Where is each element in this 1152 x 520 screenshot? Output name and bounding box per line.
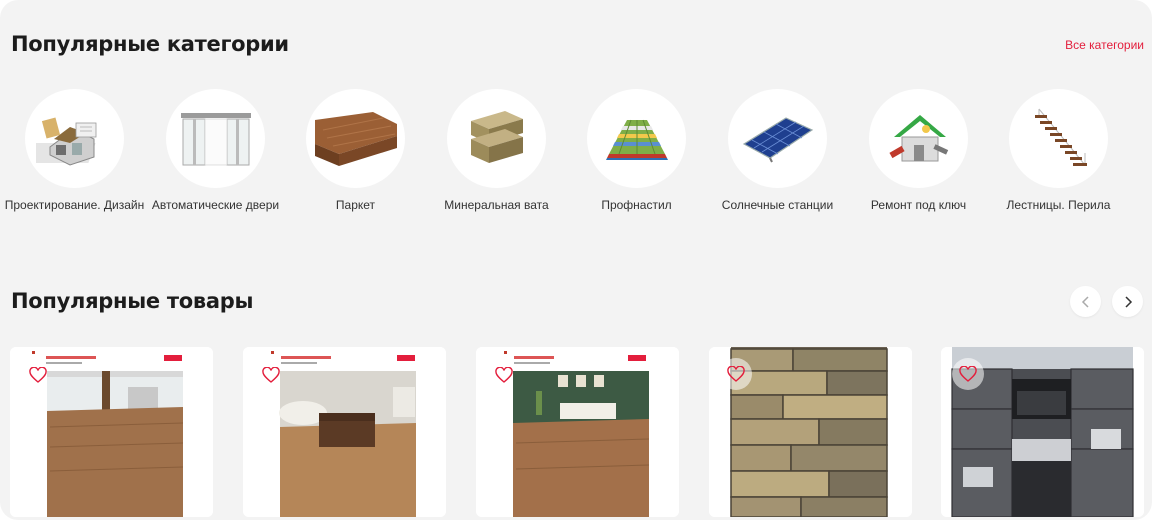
category-label: Ремонт под ключ	[870, 198, 967, 212]
categories-title: Популярные категории	[11, 32, 289, 56]
products-title: Популярные товары	[11, 289, 254, 313]
category-item-design[interactable]: Проектирование. Дизайн	[4, 89, 145, 212]
category-label: Лестницы. Перила	[1006, 198, 1111, 212]
corrugated-sheet-icon	[605, 119, 668, 160]
heart-icon	[29, 367, 47, 383]
category-item-profnastil[interactable]: Профнастил	[566, 89, 707, 212]
solar-panel-icon	[742, 116, 813, 162]
category-item-solar[interactable]: Солнечные станции	[707, 89, 848, 212]
popular-panel: Популярные категории Все категории Проек…	[0, 0, 1152, 520]
product-card[interactable]	[941, 347, 1144, 517]
category-item-renovation[interactable]: Ремонт под ключ	[848, 89, 989, 212]
category-item-mineral-wool[interactable]: Минеральная вата	[426, 89, 567, 212]
product-card[interactable]	[476, 347, 679, 517]
category-item-parquet[interactable]: Паркет	[285, 89, 426, 212]
category-item-stairs[interactable]: Лестницы. Перила	[988, 89, 1129, 212]
product-card[interactable]	[10, 347, 213, 517]
category-circle	[306, 89, 405, 188]
favorite-button[interactable]	[952, 358, 984, 390]
favorite-button[interactable]	[26, 363, 50, 387]
category-label: Минеральная вата	[444, 198, 549, 212]
category-label: Солнечные станции	[721, 198, 834, 212]
mineral-wool-icon	[470, 110, 523, 163]
heart-icon	[727, 366, 745, 382]
category-item-automatic-doors[interactable]: Автоматические двери	[145, 89, 286, 212]
heart-icon	[262, 367, 280, 383]
heart-icon	[959, 366, 977, 382]
category-label: Проектирование. Дизайн	[4, 198, 145, 212]
category-circle	[1009, 89, 1108, 188]
category-circle	[869, 89, 968, 188]
carousel-prev-button[interactable]	[1070, 286, 1101, 317]
product-card[interactable]	[709, 347, 912, 517]
parquet-icon	[314, 111, 397, 166]
category-label: Профнастил	[601, 198, 672, 212]
category-circle	[25, 89, 124, 188]
sliding-door-icon	[180, 112, 251, 165]
category-circle	[728, 89, 827, 188]
carousel-next-button[interactable]	[1112, 286, 1143, 317]
favorite-button[interactable]	[720, 358, 752, 390]
category-label: Паркет	[335, 198, 376, 212]
heart-icon	[495, 367, 513, 383]
favorite-button[interactable]	[492, 363, 516, 387]
all-categories-link[interactable]: Все категории	[1065, 38, 1144, 52]
category-circle	[587, 89, 686, 188]
category-circle	[166, 89, 265, 188]
house-blueprint-icon	[35, 116, 96, 166]
favorite-button[interactable]	[259, 363, 283, 387]
category-label: Автоматические двери	[151, 198, 280, 212]
chevron-left-icon	[1081, 295, 1089, 308]
category-circle	[447, 89, 546, 188]
house-repair-icon	[888, 114, 948, 161]
staircase-icon	[1034, 108, 1087, 166]
product-card[interactable]	[243, 347, 446, 517]
chevron-right-icon	[1124, 295, 1132, 308]
